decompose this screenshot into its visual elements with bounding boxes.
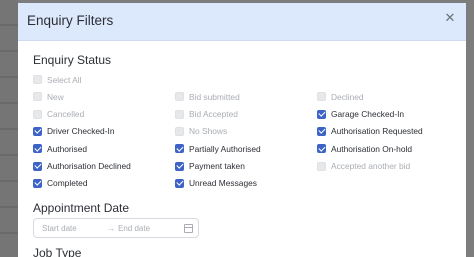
status-option: Bid submitted bbox=[175, 88, 240, 105]
enquiry-status-heading: Enquiry Status bbox=[33, 53, 112, 67]
status-option[interactable]: Authorised bbox=[33, 140, 87, 157]
modal-header: Enquiry Filters ✕ bbox=[18, 3, 466, 41]
checkbox-checked-icon[interactable] bbox=[175, 144, 184, 154]
status-option-label: Authorised bbox=[47, 143, 88, 154]
status-option-label: Bid submitted bbox=[189, 91, 240, 102]
enquiry-status-options: Select All New Bid submitted Declined Cancel… bbox=[33, 71, 453, 191]
checkbox-unchecked-icon bbox=[33, 92, 42, 102]
end-date-input[interactable]: End date bbox=[118, 224, 180, 233]
status-option: Cancelled bbox=[33, 106, 84, 123]
status-option[interactable]: Authorisation Declined bbox=[33, 158, 131, 175]
status-option-label: Garage Checked-In bbox=[331, 109, 405, 120]
status-option-label: New bbox=[47, 91, 64, 102]
status-option-label: Unread Messages bbox=[189, 178, 257, 189]
status-option: New bbox=[33, 88, 64, 105]
modal-title: Enquiry Filters bbox=[27, 13, 114, 28]
checkbox-checked-icon[interactable] bbox=[33, 144, 42, 154]
status-option[interactable]: Driver Checked-In bbox=[33, 123, 115, 140]
status-option-label: Payment taken bbox=[189, 161, 245, 171]
status-option-label: Bid Accepted bbox=[189, 109, 238, 120]
status-option[interactable]: Authorisation On-hold bbox=[317, 140, 412, 157]
checkbox-checked-icon[interactable] bbox=[33, 178, 42, 188]
status-option: Select All bbox=[33, 71, 81, 88]
status-option-label: Cancelled bbox=[47, 109, 85, 120]
status-option-label: Select All bbox=[47, 74, 82, 85]
checkbox-checked-icon[interactable] bbox=[33, 161, 42, 171]
status-option-label: Authorisation Requested bbox=[331, 126, 423, 137]
status-option-label: Authorisation Declined bbox=[47, 161, 131, 171]
status-option-label: No Shows bbox=[189, 126, 228, 137]
status-option: No Shows bbox=[175, 123, 227, 140]
appointment-date-heading: Appointment Date bbox=[33, 201, 130, 215]
status-option[interactable]: Authorisation Requested bbox=[317, 123, 423, 140]
checkbox-checked-icon[interactable] bbox=[175, 178, 184, 188]
checkbox-unchecked-icon bbox=[317, 92, 326, 102]
status-option: Declined bbox=[317, 88, 364, 105]
status-option-label: Declined bbox=[331, 91, 364, 102]
status-option[interactable]: Garage Checked-In bbox=[317, 106, 404, 123]
checkbox-checked-icon[interactable] bbox=[317, 109, 326, 119]
status-option-label: Completed bbox=[47, 178, 88, 189]
status-option[interactable]: Completed bbox=[33, 175, 88, 192]
checkbox-checked-icon[interactable] bbox=[317, 126, 326, 136]
appointment-date-range-input[interactable]: Start date → End date bbox=[33, 218, 199, 238]
status-option: Bid Accepted bbox=[175, 106, 238, 123]
date-range-arrow-icon: → bbox=[107, 223, 115, 233]
status-option: Accepted another bid bbox=[317, 158, 410, 175]
status-option[interactable]: Unread Messages bbox=[175, 175, 257, 192]
checkbox-unchecked-icon bbox=[33, 109, 42, 119]
status-option-label: Driver Checked-In bbox=[47, 126, 115, 137]
checkbox-checked-icon[interactable] bbox=[33, 126, 42, 136]
checkbox-unchecked-icon bbox=[175, 109, 184, 119]
status-option-label: Accepted another bid bbox=[331, 161, 411, 171]
status-option[interactable]: Payment taken bbox=[175, 158, 245, 175]
checkbox-unchecked-icon bbox=[317, 161, 326, 171]
checkbox-unchecked-icon bbox=[175, 126, 184, 136]
job-type-heading: Job Type bbox=[33, 246, 82, 257]
checkbox-checked-icon[interactable] bbox=[175, 161, 184, 171]
checkbox-unchecked-icon bbox=[175, 92, 184, 102]
close-icon[interactable]: ✕ bbox=[440, 8, 460, 28]
calendar-icon[interactable] bbox=[184, 223, 193, 233]
status-option-label: Authorisation On-hold bbox=[331, 143, 413, 154]
start-date-input[interactable]: Start date bbox=[42, 224, 104, 233]
enquiry-filters-modal: Enquiry Filters ✕ Enquiry Status Select … bbox=[18, 3, 466, 257]
status-option[interactable]: Partially Authorised bbox=[175, 140, 261, 157]
checkbox-checked-icon[interactable] bbox=[317, 144, 326, 154]
checkbox-unchecked-icon bbox=[33, 75, 42, 84]
status-option-label: Partially Authorised bbox=[189, 143, 261, 154]
page-backdrop bbox=[0, 0, 18, 257]
